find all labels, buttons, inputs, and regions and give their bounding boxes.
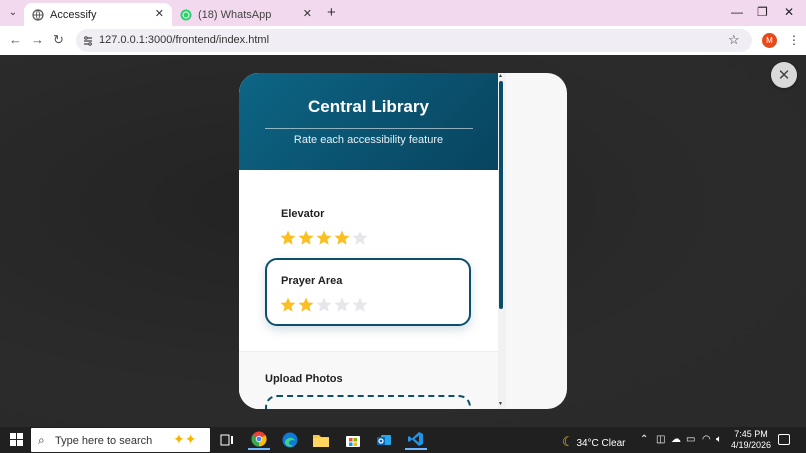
taskbar-search[interactable]: ⌕ Type here to search ✦✦ (31, 428, 210, 452)
onedrive-cloud-icon[interactable]: ☁ (671, 434, 681, 445)
upload-title: Upload Photos (265, 373, 343, 385)
place-title: Central Library (308, 97, 429, 116)
close-tab-icon[interactable]: ✕ (303, 7, 312, 20)
star-empty-icon[interactable] (333, 296, 351, 314)
scroll-up-arrow-icon[interactable]: ▲ (498, 73, 503, 79)
file-explorer-icon[interactable] (310, 430, 332, 450)
vscode-icon[interactable] (405, 430, 427, 450)
modal-header: Central Library Rate each accessibility … (239, 73, 498, 170)
place-subtitle: Rate each accessibility feature (293, 134, 444, 146)
star-filled-icon[interactable] (297, 229, 315, 247)
star-empty-icon[interactable] (351, 296, 369, 314)
edge-icon[interactable] (279, 430, 301, 450)
battery-icon[interactable]: ▭ (686, 434, 695, 445)
taskbar-search-placeholder: Type here to search (55, 435, 153, 447)
address-bar[interactable]: 127.0.0.1:3000/frontend/index.html ☆ (76, 29, 752, 52)
feature-name: Elevator (281, 208, 325, 220)
reload-icon[interactable]: ↻ (53, 32, 64, 48)
clock-time: 7:45 PM (734, 429, 768, 439)
tab-search-chevron-icon[interactable]: ⌄ (6, 5, 20, 19)
clock-date: 4/19/2026 (731, 440, 772, 450)
minimize-icon[interactable]: — (731, 5, 743, 19)
star-empty-icon[interactable] (351, 229, 369, 247)
show-hidden-icons-chevron-icon[interactable]: ⌃ (640, 434, 648, 445)
back-icon[interactable]: ← (9, 32, 22, 47)
bookmark-star-icon[interactable]: ☆ (728, 32, 746, 50)
windows-taskbar: ⌕ Type here to search ✦✦ ☾ 34°C Clear ⌃ … (0, 427, 806, 453)
outlook-icon[interactable] (373, 430, 395, 450)
modal-scroll-area: Central Library Rate each accessibility … (239, 73, 498, 409)
scroll-thumb[interactable] (499, 81, 503, 309)
chrome-icon[interactable] (248, 430, 270, 450)
restore-icon[interactable]: ❐ (757, 5, 768, 19)
window-close-icon[interactable]: ✕ (784, 5, 794, 19)
star-filled-icon[interactable] (279, 229, 297, 247)
weather-text[interactable]: ☾ 34°C Clear (562, 434, 625, 450)
modal-close-button[interactable]: ✕ (771, 62, 797, 88)
profile-avatar[interactable]: M (762, 33, 777, 48)
star-filled-icon[interactable] (279, 296, 297, 314)
feature-name: Prayer Area (281, 275, 343, 287)
tab-title: Accessify (50, 8, 97, 21)
moon-icon: ☾ (562, 434, 574, 449)
tab-title: (18) WhatsApp (198, 8, 272, 21)
scroll-down-arrow-icon[interactable]: ▼ (498, 401, 503, 407)
search-icon: ⌕ (38, 433, 45, 447)
star-empty-icon[interactable] (315, 296, 333, 314)
close-tab-icon[interactable]: ✕ (155, 7, 164, 20)
wifi-icon[interactable]: ◠ (702, 434, 711, 445)
star-filled-icon[interactable] (333, 229, 351, 247)
task-view-icon[interactable] (216, 430, 238, 450)
rating-modal: Central Library Rate each accessibility … (239, 73, 567, 409)
star-filled-icon[interactable] (297, 296, 315, 314)
notification-icon[interactable] (778, 434, 790, 445)
sparkle-icon: ✦✦ (173, 431, 197, 447)
header-divider (265, 128, 473, 129)
browser-toolbar: ← → ↻ 127.0.0.1:3000/frontend/index.html… (0, 26, 806, 55)
star-rating[interactable] (279, 229, 369, 247)
tab-whatsapp[interactable]: (18) WhatsApp ✕ (172, 3, 320, 26)
windows-start-icon[interactable] (10, 433, 23, 446)
whatsapp-icon (180, 9, 192, 21)
url-text: 127.0.0.1:3000/frontend/index.html (99, 34, 270, 46)
feature-card-elevator[interactable]: Elevator (265, 198, 471, 266)
browser-tab-bar: ⌄ Accessify ✕ (18) WhatsApp ✕ + — ❐ ✕ (0, 0, 806, 26)
upload-section: Upload Photos (239, 351, 498, 409)
site-info-icon[interactable] (82, 34, 94, 46)
system-clock[interactable]: 7:45 PM 4/19/2026 (731, 429, 771, 451)
meet-now-icon[interactable]: ◫ (656, 434, 665, 445)
star-filled-icon[interactable] (315, 229, 333, 247)
star-rating[interactable] (279, 296, 369, 314)
forward-icon[interactable]: → (31, 32, 44, 47)
new-tab-button[interactable]: + (327, 4, 336, 21)
microsoft-store-icon[interactable] (342, 430, 364, 450)
upload-dropzone[interactable] (265, 395, 471, 409)
feature-card-prayer-area[interactable]: Prayer Area (265, 258, 471, 326)
volume-icon[interactable]: 🔈︎ (716, 434, 722, 445)
scrollbar[interactable]: ▲ ▼ (498, 73, 506, 409)
tab-accessify[interactable]: Accessify ✕ (24, 3, 172, 26)
globe-icon (32, 8, 44, 21)
weather-label: 34°C Clear (576, 438, 626, 449)
browser-menu-icon[interactable]: ⋮ (788, 33, 800, 47)
